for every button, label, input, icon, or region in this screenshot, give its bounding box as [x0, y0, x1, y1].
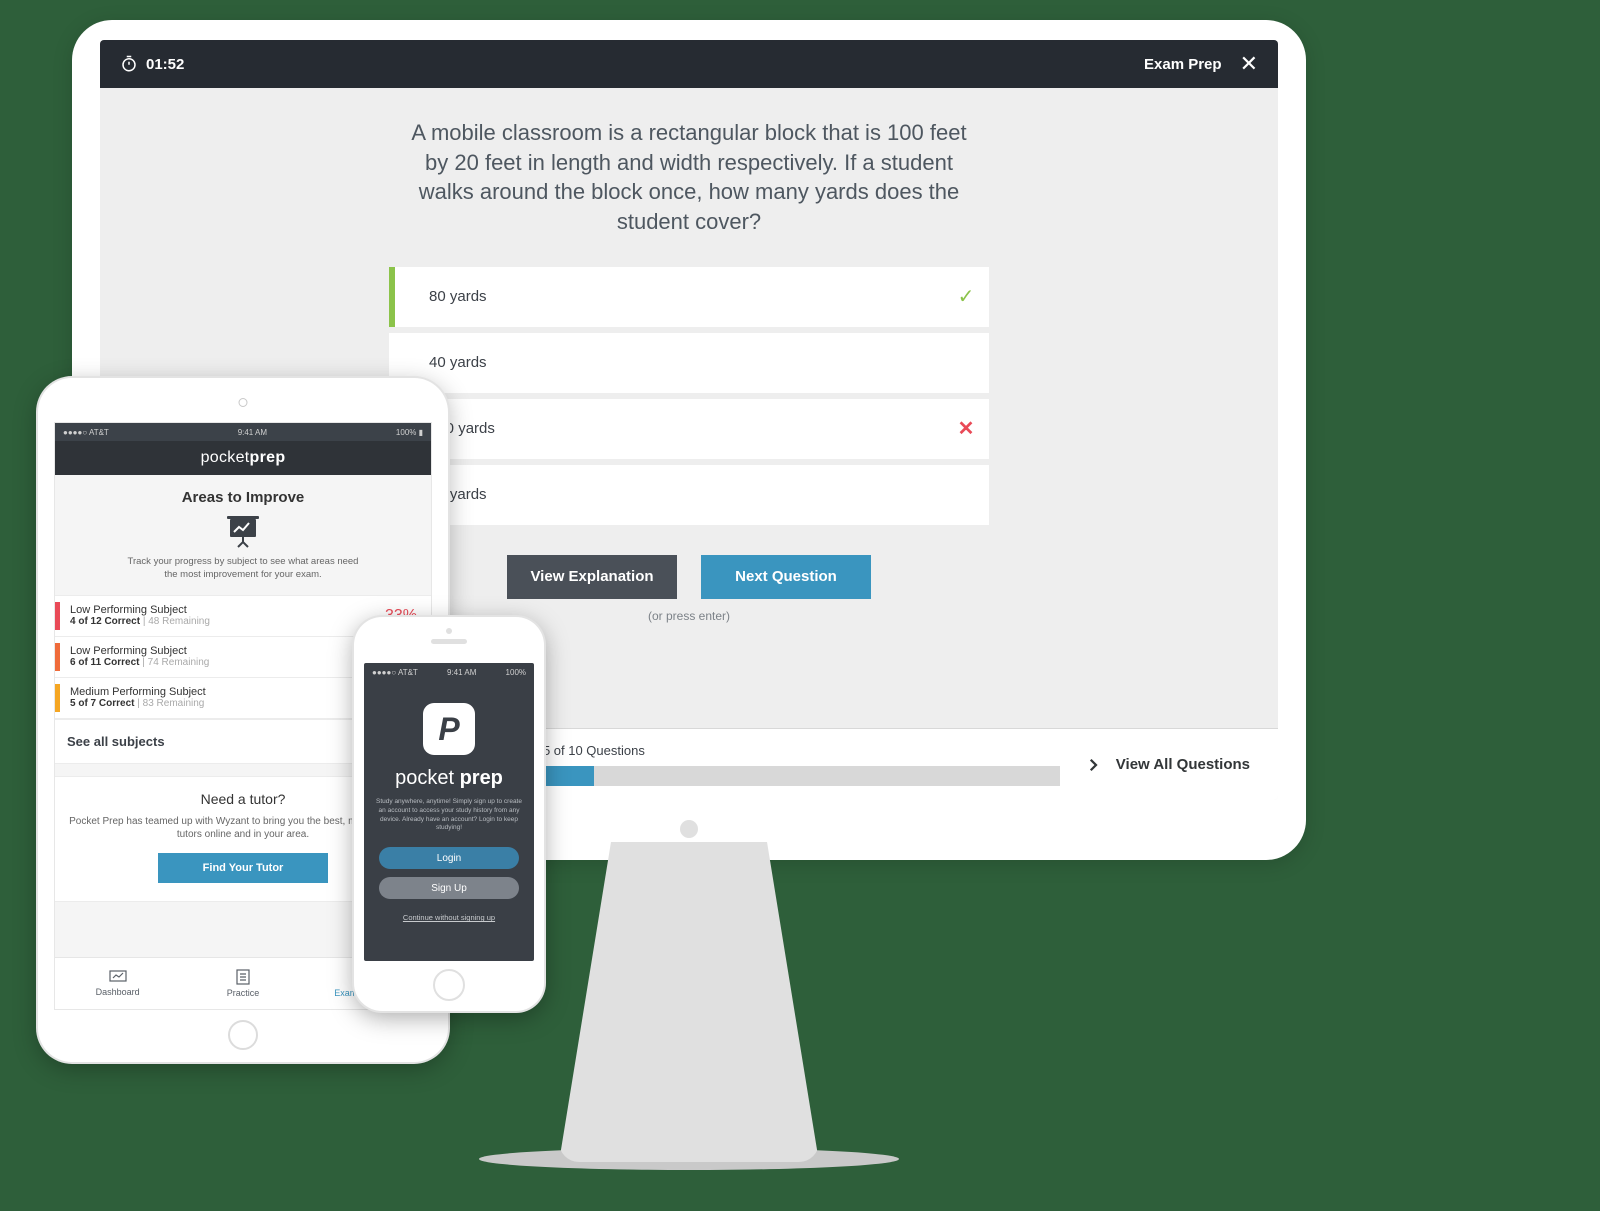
iphone-speaker: [431, 639, 467, 644]
signup-button[interactable]: Sign Up: [379, 877, 519, 899]
iphone-device: ●●●●○ AT&T 9:41 AM 100% P pocket prep St…: [354, 617, 544, 1011]
answer-label: 80 yards: [395, 288, 943, 305]
monitor-camera: [680, 820, 698, 838]
answer-option[interactable]: 80 yards ✓: [389, 267, 989, 327]
statusbar: ●●●●○ AT&T 9:41 AM 100% ▮: [55, 423, 431, 441]
ipad-home-button[interactable]: [228, 1020, 258, 1050]
continue-without-signup-link[interactable]: Continue without signing up: [403, 913, 495, 922]
section-title: Areas to Improve: [55, 489, 431, 506]
view-explanation-button[interactable]: View Explanation: [507, 555, 677, 599]
subject-name: Low Performing Subject: [70, 604, 385, 616]
section-subtitle: Track your progress by subject to see wh…: [123, 556, 363, 582]
tab-dashboard[interactable]: Dashboard: [55, 958, 180, 1009]
answer-option[interactable]: 60 yards: [389, 465, 989, 525]
status-battery: 100%: [506, 668, 526, 677]
stopwatch-icon: [120, 55, 138, 73]
brand-text: pocket prep: [395, 767, 503, 790]
answer-label: 120 yards: [395, 420, 943, 437]
iphone-camera: [446, 628, 452, 634]
answer-list: 80 yards ✓ 40 yards 120 yards ✕: [389, 267, 989, 525]
ipad-camera: [239, 398, 248, 407]
status-battery: 100%: [396, 428, 416, 437]
header-label: Exam Prep: [1144, 56, 1222, 73]
dashboard-icon: [109, 970, 127, 984]
status-time: 9:41 AM: [447, 668, 476, 677]
app-title-bold: prep: [250, 449, 286, 467]
timer: 01:52: [120, 55, 184, 73]
x-icon: ✕: [943, 416, 989, 441]
practice-icon: [235, 969, 251, 985]
statusbar: ●●●●○ AT&T 9:41 AM 100%: [364, 663, 534, 681]
answer-label: 40 yards: [395, 354, 943, 371]
find-tutor-button[interactable]: Find Your Tutor: [158, 853, 328, 883]
status-carrier: ●●●●○ AT&T: [63, 428, 109, 437]
app-logo: P: [423, 703, 475, 755]
status-time: 9:41 AM: [238, 428, 267, 437]
status-carrier: ●●●●○ AT&T: [372, 668, 418, 677]
answer-option[interactable]: 40 yards: [389, 333, 989, 393]
app-title-bar: pocket prep: [55, 441, 431, 475]
view-all-questions-button[interactable]: View All Questions: [1084, 753, 1250, 777]
iphone-screen: ●●●●○ AT&T 9:41 AM 100% P pocket prep St…: [364, 663, 534, 961]
app-title-light: pocket: [201, 449, 250, 467]
close-icon[interactable]: ✕: [1240, 51, 1258, 77]
tab-practice[interactable]: Practice: [180, 958, 305, 1009]
login-button[interactable]: Login: [379, 847, 519, 869]
check-icon: ✓: [943, 284, 989, 309]
answer-label: 60 yards: [395, 486, 943, 503]
next-question-button[interactable]: Next Question: [701, 555, 871, 599]
timer-value: 01:52: [146, 56, 184, 73]
iphone-home-button[interactable]: [433, 969, 465, 1001]
question-text: A mobile classroom is a rectangular bloc…: [399, 118, 979, 237]
exam-topbar: 01:52 Exam Prep ✕: [100, 40, 1278, 88]
presentation-icon: [225, 516, 261, 548]
tagline: Study anywhere, anytime! Simply sign up …: [374, 798, 524, 833]
chevron-right-icon: [1084, 753, 1102, 777]
answer-option[interactable]: 120 yards ✕: [389, 399, 989, 459]
monitor-stand: [559, 842, 819, 1162]
view-all-label: View All Questions: [1116, 756, 1250, 773]
